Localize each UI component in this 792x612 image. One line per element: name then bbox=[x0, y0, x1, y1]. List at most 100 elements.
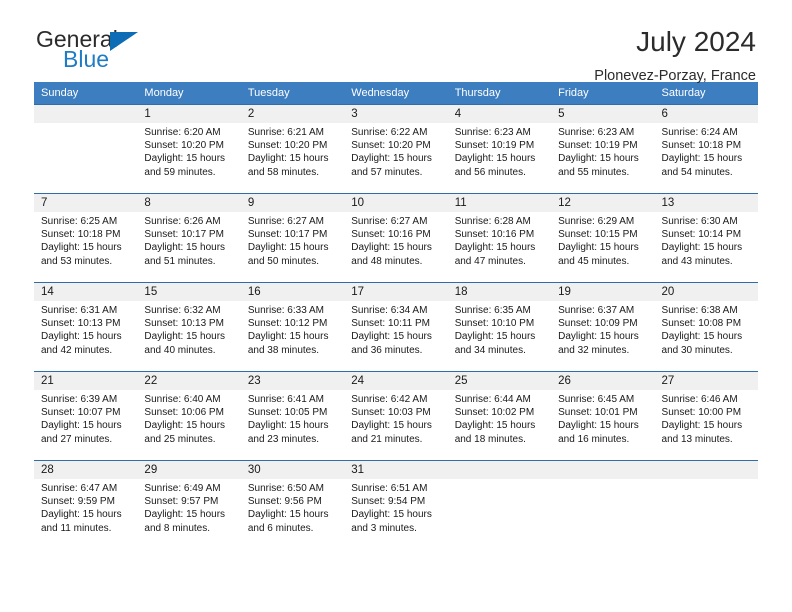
sunrise-text: Sunrise: 6:50 AM bbox=[247, 483, 324, 494]
daylight-text-line1: Daylight: 15 hours bbox=[661, 331, 743, 343]
day-number: 25 bbox=[447, 372, 552, 390]
day-number: 2 bbox=[240, 105, 345, 123]
calendar-day-cell[interactable]: 27 Sunrise: 6:46 AM Sunset: 10:00 PM Daylig… bbox=[654, 371, 758, 461]
daylight-text-line1: Daylight: 15 hours bbox=[454, 153, 536, 165]
calendar-day-cell[interactable]: 3 Sunrise: 6:22 AM Sunset: 10:20 PM Dayligh… bbox=[344, 104, 448, 194]
calendar-day-cell[interactable]: 12 Sunrise: 6:29 AM Sunset: 10:15 PM Daylig… bbox=[551, 193, 655, 283]
calendar-day-cell[interactable]: 19 Sunrise: 6:37 AM Sunset: 10:09 PM Daylig… bbox=[551, 282, 655, 372]
calendar-day-cell[interactable]: 24 Sunrise: 6:42 AM Sunset: 10:03 PM Daylig… bbox=[344, 371, 448, 461]
calendar-day-cell-empty bbox=[34, 104, 138, 194]
calendar-day-cell[interactable]: 30 Sunrise: 6:50 AM Sunset: 9:56 PM Dayligh… bbox=[240, 460, 345, 550]
sunrise-text: Sunrise: 6:28 AM bbox=[454, 216, 531, 227]
day-number: 6 bbox=[654, 105, 758, 123]
day-details: Sunrise: 6:26 AM Sunset: 10:17 PM Daylight… bbox=[137, 212, 240, 268]
day-number bbox=[34, 105, 138, 123]
sunrise-text: Sunrise: 6:29 AM bbox=[558, 216, 635, 227]
day-details: Sunrise: 6:23 AM Sunset: 10:19 PM Daylight… bbox=[448, 123, 551, 179]
calendar-day-cell[interactable]: 9 Sunrise: 6:27 AM Sunset: 10:17 PM Dayligh… bbox=[240, 193, 345, 283]
daylight-text-line2: and 36 minutes. bbox=[351, 344, 423, 356]
sunset-text: Sunset: 10:01 PM bbox=[558, 407, 638, 419]
day-details: Sunrise: 6:25 AM Sunset: 10:18 PM Daylight… bbox=[34, 212, 137, 268]
daylight-text-line2: and 54 minutes. bbox=[661, 166, 733, 178]
daylight-text-line2: and 43 minutes. bbox=[661, 255, 733, 267]
day-number: 9 bbox=[240, 194, 345, 212]
sunset-text: Sunset: 10:20 PM bbox=[351, 140, 431, 152]
daylight-text-line1: Daylight: 15 hours bbox=[144, 331, 226, 343]
daylight-text-line2: and 3 minutes. bbox=[351, 522, 417, 534]
sunset-text: Sunset: 10:00 PM bbox=[661, 407, 742, 419]
daylight-text-line2: and 34 minutes. bbox=[454, 344, 526, 356]
brand-logo[interactable]: General Blue bbox=[34, 26, 214, 74]
calendar-day-cell[interactable]: 18 Sunrise: 6:35 AM Sunset: 10:10 PM Daylig… bbox=[447, 282, 552, 372]
daylight-text-line1: Daylight: 15 hours bbox=[454, 331, 536, 343]
calendar-day-cell[interactable]: 15 Sunrise: 6:32 AM Sunset: 10:13 PM Daylig… bbox=[137, 282, 241, 372]
day-details: Sunrise: 6:27 AM Sunset: 10:17 PM Daylight… bbox=[241, 212, 344, 268]
calendar-day-cell[interactable]: 20 Sunrise: 6:38 AM Sunset: 10:08 PM Daylig… bbox=[654, 282, 758, 372]
calendar-day-cell[interactable]: 5 Sunrise: 6:23 AM Sunset: 10:19 PM Dayligh… bbox=[551, 104, 655, 194]
calendar-day-cell[interactable]: 29 Sunrise: 6:49 AM Sunset: 9:57 PM Dayligh… bbox=[137, 460, 241, 550]
daylight-text-line1: Daylight: 15 hours bbox=[351, 331, 432, 343]
sunrise-text: Sunrise: 6:34 AM bbox=[351, 305, 428, 316]
daylight-text-line2: and 25 minutes. bbox=[144, 433, 216, 445]
day-number: 21 bbox=[34, 372, 138, 390]
daylight-text-line2: and 40 minutes. bbox=[144, 344, 216, 356]
daylight-text-line1: Daylight: 15 hours bbox=[144, 420, 226, 432]
daylight-text-line1: Daylight: 15 hours bbox=[247, 509, 329, 521]
sunset-text: Sunset: 10:17 PM bbox=[144, 229, 224, 241]
daylight-text-line1: Daylight: 15 hours bbox=[351, 242, 432, 254]
daylight-text-line2: and 23 minutes. bbox=[247, 433, 320, 445]
daylight-text-line1: Daylight: 15 hours bbox=[351, 509, 432, 521]
calendar-day-cell[interactable]: 31 Sunrise: 6:51 AM Sunset: 9:54 PM Dayligh… bbox=[344, 460, 448, 550]
day-number bbox=[447, 461, 552, 479]
sunset-text: Sunset: 10:18 PM bbox=[661, 140, 742, 152]
calendar-day-cell[interactable]: 23 Sunrise: 6:41 AM Sunset: 10:05 PM Daylig… bbox=[240, 371, 345, 461]
daylight-text-line2: and 53 minutes. bbox=[41, 255, 113, 267]
calendar-day-cell[interactable]: 17 Sunrise: 6:34 AM Sunset: 10:11 PM Daylig… bbox=[344, 282, 448, 372]
daylight-text-line1: Daylight: 15 hours bbox=[41, 331, 122, 343]
daylight-text-line2: and 13 minutes. bbox=[661, 433, 733, 445]
calendar-day-cell[interactable]: 8 Sunrise: 6:26 AM Sunset: 10:17 PM Dayligh… bbox=[137, 193, 241, 283]
day-number: 26 bbox=[551, 372, 655, 390]
calendar-day-cell[interactable]: 10 Sunrise: 6:27 AM Sunset: 10:16 PM Daylig… bbox=[344, 193, 448, 283]
calendar-day-cell[interactable]: 6 Sunrise: 6:24 AM Sunset: 10:18 PM Dayligh… bbox=[654, 104, 758, 194]
calendar-day-cell[interactable]: 14 Sunrise: 6:31 AM Sunset: 10:13 PM Daylig… bbox=[34, 282, 138, 372]
calendar-day-cell[interactable]: 22 Sunrise: 6:40 AM Sunset: 10:06 PM Daylig… bbox=[137, 371, 241, 461]
sunrise-text: Sunrise: 6:23 AM bbox=[558, 127, 635, 138]
weekday-header-thursday: Thursday bbox=[447, 82, 552, 105]
day-number: 18 bbox=[447, 283, 552, 301]
calendar-day-cell[interactable]: 7 Sunrise: 6:25 AM Sunset: 10:18 PM Dayligh… bbox=[34, 193, 138, 283]
sunset-text: Sunset: 10:17 PM bbox=[247, 229, 328, 241]
sunrise-text: Sunrise: 6:41 AM bbox=[247, 394, 324, 405]
calendar-day-cell[interactable]: 4 Sunrise: 6:23 AM Sunset: 10:19 PM Dayligh… bbox=[447, 104, 552, 194]
daylight-text-line2: and 47 minutes. bbox=[454, 255, 526, 267]
calendar-day-cell[interactable]: 26 Sunrise: 6:45 AM Sunset: 10:01 PM Daylig… bbox=[551, 371, 655, 461]
sunrise-text: Sunrise: 6:20 AM bbox=[144, 127, 221, 138]
day-details: Sunrise: 6:49 AM Sunset: 9:57 PM Daylight:… bbox=[137, 479, 240, 535]
sunset-text: Sunset: 10:20 PM bbox=[247, 140, 328, 152]
sunset-text: Sunset: 9:54 PM bbox=[351, 496, 426, 508]
calendar-day-cell[interactable]: 21 Sunrise: 6:39 AM Sunset: 10:07 PM Daylig… bbox=[34, 371, 138, 461]
brand-name-blue: Blue bbox=[63, 46, 110, 72]
calendar-day-cell[interactable]: 13 Sunrise: 6:30 AM Sunset: 10:14 PM Daylig… bbox=[654, 193, 758, 283]
sunrise-text: Sunrise: 6:42 AM bbox=[351, 394, 428, 405]
sunrise-text: Sunrise: 6:32 AM bbox=[144, 305, 221, 316]
sunrise-text: Sunrise: 6:27 AM bbox=[351, 216, 428, 227]
day-number: 17 bbox=[344, 283, 448, 301]
calendar-day-cell[interactable]: 28 Sunrise: 6:47 AM Sunset: 9:59 PM Dayligh… bbox=[34, 460, 138, 550]
sunset-text: Sunset: 10:19 PM bbox=[454, 140, 535, 152]
daylight-text-line2: and 42 minutes. bbox=[41, 344, 113, 356]
day-number: 22 bbox=[137, 372, 241, 390]
day-number bbox=[654, 461, 758, 479]
calendar-day-cell[interactable]: 25 Sunrise: 6:44 AM Sunset: 10:02 PM Daylig… bbox=[447, 371, 552, 461]
calendar-day-cell[interactable]: 16 Sunrise: 6:33 AM Sunset: 10:12 PM Daylig… bbox=[240, 282, 345, 372]
daylight-text-line1: Daylight: 15 hours bbox=[661, 420, 743, 432]
calendar-day-cell[interactable]: 2 Sunrise: 6:21 AM Sunset: 10:20 PM Dayligh… bbox=[240, 104, 345, 194]
calendar-day-cell[interactable]: 11 Sunrise: 6:28 AM Sunset: 10:16 PM Daylig… bbox=[447, 193, 552, 283]
sunrise-text: Sunrise: 6:22 AM bbox=[351, 127, 428, 138]
page-header: General Blue July 2024 Plonevez-Porzay, … bbox=[34, 0, 758, 84]
day-details: Sunrise: 6:21 AM Sunset: 10:20 PM Daylight… bbox=[241, 123, 344, 179]
calendar-day-cell[interactable]: 1 Sunrise: 6:20 AM Sunset: 10:20 PM Dayligh… bbox=[137, 104, 241, 194]
day-number: 13 bbox=[654, 194, 758, 212]
day-number: 3 bbox=[344, 105, 448, 123]
sunrise-text: Sunrise: 6:33 AM bbox=[247, 305, 324, 316]
